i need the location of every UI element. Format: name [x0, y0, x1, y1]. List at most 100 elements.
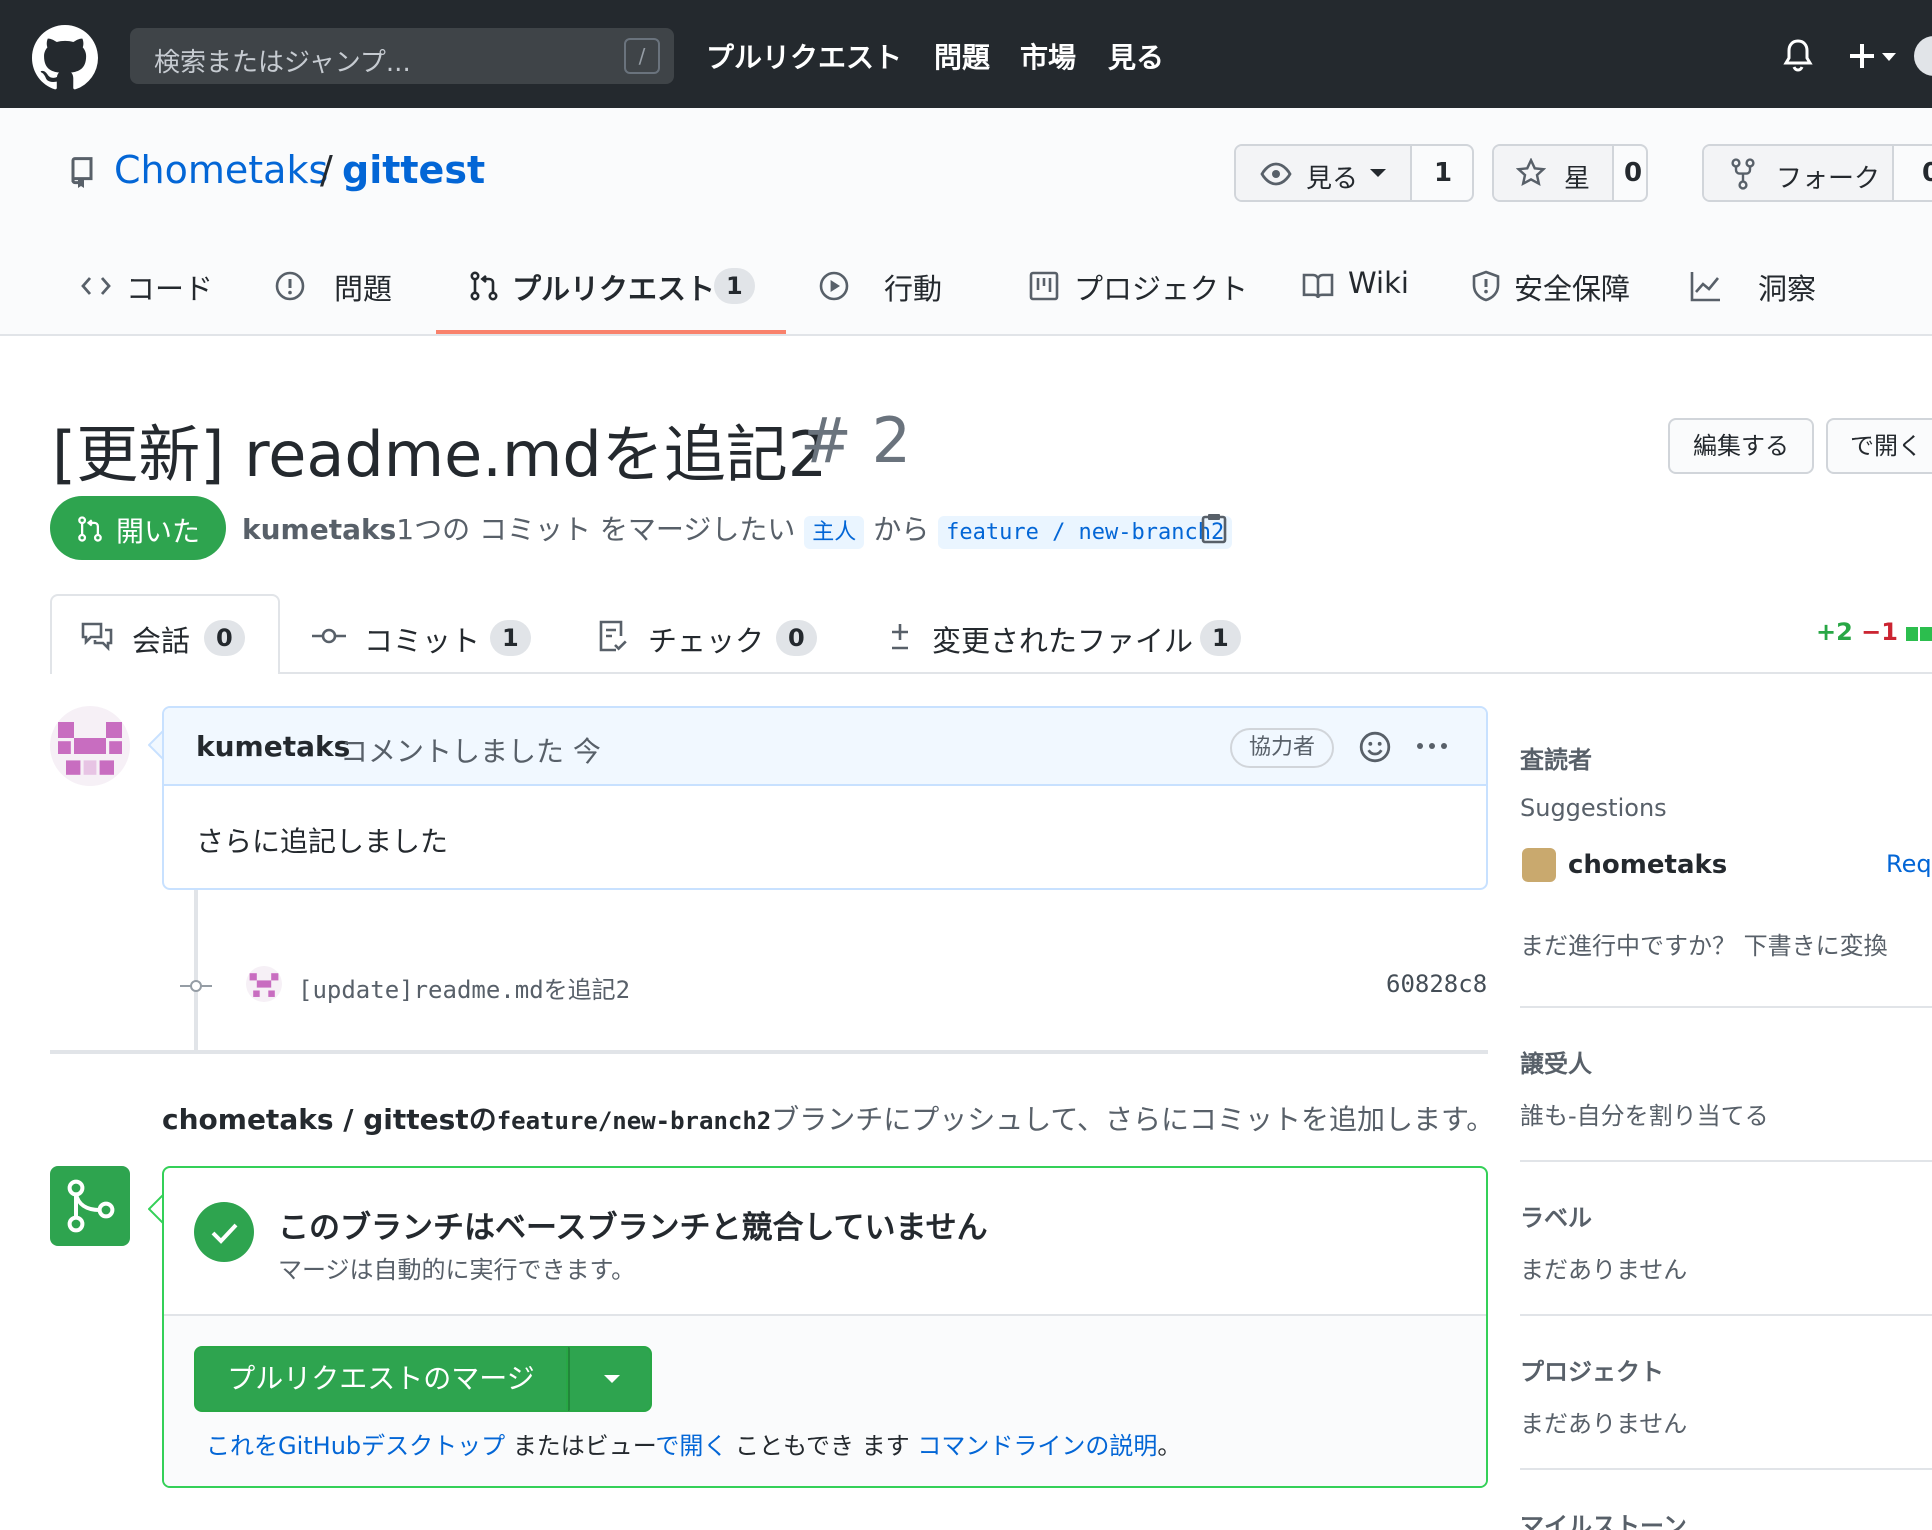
- github-logo-icon[interactable]: [32, 25, 98, 91]
- clipboard-icon[interactable]: [1200, 512, 1228, 544]
- user-avatar[interactable]: [1914, 36, 1932, 76]
- pr-meta: kumetaks1つの コミット をマージしたい 主人 から feature /…: [242, 508, 1233, 549]
- comment-header: kumetaks コメントしました 今 協力者: [164, 708, 1486, 786]
- pr-number: # 2: [800, 404, 912, 477]
- comment-body: さらに追記しました: [196, 825, 449, 858]
- head-branch[interactable]: feature / new-branch2: [938, 516, 1233, 549]
- comment: kumetaks コメントしました 今 協力者 さらに追記しました: [162, 706, 1488, 890]
- open-with-button[interactable]: で開く: [1826, 418, 1932, 474]
- checklist-icon: [598, 620, 630, 652]
- tab-checks[interactable]: チェック: [648, 618, 764, 660]
- commit-message-link[interactable]: [update]readme.mdを追記2: [298, 970, 630, 1005]
- avatar: [1522, 848, 1556, 882]
- merge-box: このブランチはベースブランチと競合していません マージは自動的に実行できます。 …: [162, 1166, 1488, 1488]
- tab-pull-requests[interactable]: プルリクエスト: [512, 266, 715, 308]
- chevron-down-icon[interactable]: [1882, 52, 1896, 62]
- push-hint-text: ブランチにプッシュして、さらにコミットを追加します。: [771, 1103, 1495, 1136]
- assignees-heading[interactable]: 譲受人: [1520, 1044, 1592, 1079]
- tab-commits[interactable]: コミット: [364, 618, 480, 660]
- request-review-link[interactable]: Request: [1886, 850, 1932, 878]
- plus-icon[interactable]: [1846, 40, 1878, 72]
- file-diff-icon: [886, 620, 918, 652]
- tab-actions[interactable]: 行動: [884, 266, 942, 308]
- diffstat: +2 −1: [1816, 618, 1932, 647]
- pull-requests-count: 1: [714, 268, 755, 304]
- merge-pull-request-button[interactable]: プルリクエストのマージ: [194, 1346, 568, 1412]
- base-branch[interactable]: 主人: [804, 516, 865, 549]
- labels-heading[interactable]: ラベル: [1520, 1198, 1592, 1233]
- nav-pull-requests[interactable]: プルリクエスト: [706, 36, 902, 76]
- issue-icon: [274, 270, 306, 302]
- search-input[interactable]: 検索またはジャンプ... /: [130, 28, 674, 84]
- tab-insights[interactable]: 洞察: [1758, 266, 1816, 308]
- repo-owner-link[interactable]: Chometaks: [114, 148, 328, 192]
- comment-discussion-icon: [80, 620, 113, 652]
- pr-state-label: 開いた: [116, 515, 201, 548]
- avatar[interactable]: [246, 966, 282, 1002]
- pr-author-link[interactable]: kumetaks: [242, 513, 396, 546]
- assignees-text[interactable]: 誰も-自分を割り当てる: [1520, 1096, 1769, 1131]
- commit-sha-link[interactable]: 60828c8: [1386, 970, 1487, 998]
- sidebar-divider: [1520, 1006, 1932, 1008]
- smiley-icon[interactable]: [1358, 730, 1392, 764]
- watch-button[interactable]: 見る: [1236, 146, 1412, 200]
- command-line-link[interactable]: コマンドラインの説明: [917, 1432, 1157, 1460]
- active-tab-indicator: [436, 330, 786, 334]
- fork-button[interactable]: フォーク: [1704, 146, 1894, 200]
- global-header: 検索またはジャンプ... / プルリクエスト 問題 市場 見る: [0, 0, 1932, 108]
- tab-projects[interactable]: プロジェクト: [1074, 266, 1248, 308]
- pr-state-badge: 開いた: [50, 496, 226, 560]
- star-button[interactable]: 星: [1494, 146, 1614, 200]
- tab-security[interactable]: 安全保障: [1514, 266, 1630, 308]
- labels-text: まだありません: [1520, 1256, 1688, 1284]
- milestone-heading[interactable]: マイルストーン: [1520, 1506, 1687, 1530]
- tab-issues[interactable]: 問題: [334, 266, 392, 308]
- pr-tabs-border: [50, 672, 1932, 674]
- push-hint-branch: feature/new-branch2: [496, 1107, 772, 1135]
- open-with-link[interactable]: で開く: [655, 1432, 727, 1460]
- pr-title: [更新] readme.mdを追記2: [52, 418, 828, 491]
- watch-button-group: 見る 1: [1234, 144, 1474, 202]
- convert-to-draft-text[interactable]: まだ進行中ですか？ 下書きに変換: [1520, 926, 1888, 961]
- diffstat-bars: [1906, 619, 1932, 647]
- star-count[interactable]: 0: [1624, 158, 1642, 188]
- pull-request-icon: [468, 270, 500, 302]
- commit-icon: [180, 976, 212, 996]
- role-badge: 協力者: [1230, 728, 1334, 768]
- merge-status-subtitle: マージは自動的に実行できます。: [278, 1256, 636, 1284]
- nav-issues[interactable]: 問題: [934, 36, 990, 76]
- checks-count: 0: [776, 620, 817, 656]
- nav-marketplace[interactable]: 市場: [1020, 36, 1076, 76]
- chevron-down-icon: [604, 1374, 620, 1384]
- play-icon: [818, 270, 850, 302]
- search-placeholder: 検索またはジャンプ...: [154, 48, 411, 78]
- watch-label: 見る: [1306, 164, 1359, 194]
- tab-conversation-label: 会話: [132, 624, 191, 658]
- merge-hint: これをGitHubデスクトップ またはビューで開く こともでき ます コマンドラ…: [206, 1426, 1181, 1461]
- tab-code[interactable]: コード: [126, 266, 213, 308]
- merge-method-dropdown[interactable]: [568, 1346, 652, 1412]
- conversation-count: 0: [204, 620, 245, 656]
- open-desktop-link[interactable]: これをGitHubデスクトップ: [206, 1432, 505, 1460]
- projects-heading[interactable]: プロジェクト: [1520, 1352, 1664, 1387]
- shield-icon: [1470, 270, 1502, 302]
- tab-files-changed[interactable]: 変更されたファイル: [932, 618, 1193, 660]
- repo-icon: [68, 156, 94, 188]
- watch-count[interactable]: 1: [1434, 158, 1452, 188]
- kebab-horizontal-icon[interactable]: [1412, 740, 1452, 752]
- code-icon: [80, 270, 112, 302]
- edit-button[interactable]: 編集する: [1668, 418, 1814, 474]
- fork-icon: [1730, 158, 1756, 190]
- tab-wiki[interactable]: Wiki: [1348, 266, 1409, 300]
- chevron-down-icon: [1370, 168, 1386, 178]
- avatar[interactable]: [50, 706, 130, 786]
- bell-icon[interactable]: [1782, 38, 1814, 74]
- comment-author-link[interactable]: kumetaks: [196, 730, 350, 763]
- fork-count[interactable]: 0: [1922, 158, 1932, 188]
- graph-icon: [1690, 270, 1722, 302]
- reviewers-heading[interactable]: 査読者: [1520, 740, 1592, 775]
- timeline-end-divider: [50, 1050, 1488, 1054]
- repo-name-link[interactable]: gittest: [342, 148, 485, 192]
- nav-explore[interactable]: 見る: [1108, 36, 1164, 76]
- projects-text: まだありません: [1520, 1410, 1688, 1438]
